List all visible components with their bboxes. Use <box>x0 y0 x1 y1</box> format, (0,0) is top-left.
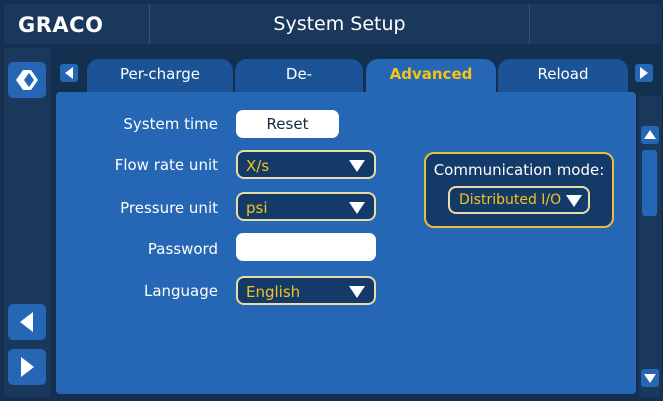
triangle-right-icon <box>21 357 34 377</box>
header-bar: GRACO System Setup <box>4 4 661 44</box>
chevron-down-icon <box>349 286 365 298</box>
pressure-unit-dropdown[interactable]: psi <box>236 192 376 221</box>
pressure-unit-value: psi <box>246 199 268 217</box>
communication-mode-label: Communication mode: <box>433 161 605 179</box>
tab-scroll-left-button[interactable] <box>60 64 78 82</box>
logo-cell: GRACO <box>4 4 150 44</box>
communication-mode-box: Communication mode: Distributed I/O <box>424 152 614 228</box>
tab-advanced[interactable]: Advanced <box>366 59 496 96</box>
pressure-unit-label: Pressure unit <box>120 199 218 217</box>
next-screen-button[interactable] <box>8 349 46 385</box>
triangle-left-icon <box>20 312 33 332</box>
chevron-down-icon <box>566 195 582 207</box>
tab-de-pressurization[interactable]: De-pressurization <box>235 59 363 113</box>
tab-bar: Per-charge De-pressurization Advanced Re… <box>52 48 659 113</box>
flow-rate-unit-label: Flow rate unit <box>114 156 218 174</box>
flow-rate-unit-value: X/s <box>246 157 270 175</box>
chevron-down-icon <box>349 160 365 172</box>
page-title: System Setup <box>273 13 406 35</box>
title-cell: System Setup <box>150 4 530 44</box>
language-dropdown[interactable]: English <box>236 276 376 305</box>
previous-screen-button[interactable] <box>8 304 46 340</box>
triangle-up-icon <box>644 130 656 139</box>
graco-logo-icon <box>16 70 38 90</box>
scroll-down-button[interactable] <box>641 369 659 387</box>
tab-reload[interactable]: Reload <box>498 59 628 96</box>
password-label: Password <box>147 240 218 258</box>
password-field[interactable] <box>236 233 376 261</box>
scrollbar-thumb[interactable] <box>642 150 657 216</box>
chevron-down-icon <box>349 202 365 214</box>
tab-per-charge[interactable]: Per-charge <box>87 59 233 96</box>
scroll-up-button[interactable] <box>641 126 659 144</box>
brand-logo: GRACO <box>18 13 104 37</box>
triangle-down-icon <box>644 374 656 383</box>
language-value: English <box>246 283 301 301</box>
hmi-screen: GRACO System Setup Per-charge De- Advanc… <box>0 0 663 401</box>
communication-mode-dropdown[interactable]: Distributed I/O <box>448 186 590 214</box>
flow-rate-unit-dropdown[interactable]: X/s <box>236 150 376 179</box>
home-button[interactable] <box>8 62 46 98</box>
language-label: Language <box>143 282 218 300</box>
left-nav-rail <box>4 48 50 397</box>
header-right-cell <box>530 4 661 44</box>
vertical-scrollbar[interactable] <box>639 96 661 397</box>
triangle-right-icon <box>640 67 648 79</box>
system-time-label: System time <box>123 115 218 133</box>
communication-mode-value: Distributed I/O <box>459 192 562 208</box>
tab-scroll-right-button[interactable] <box>635 64 653 82</box>
triangle-left-icon <box>65 67 73 79</box>
system-time-reset-button[interactable]: Reset <box>236 110 339 138</box>
